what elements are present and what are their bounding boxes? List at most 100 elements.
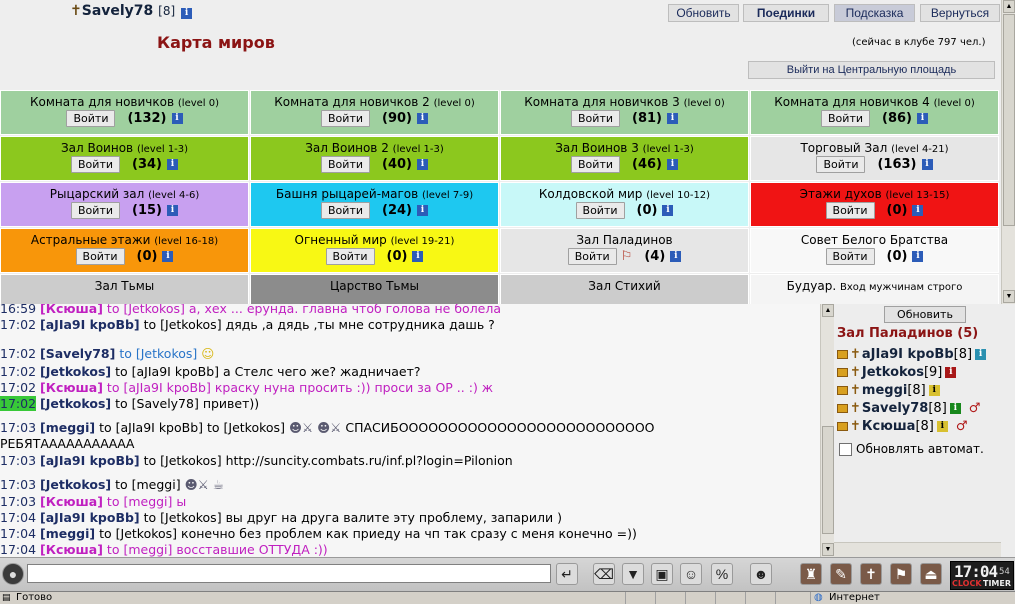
scroll-up-icon[interactable]: ▲ xyxy=(1003,0,1015,13)
message-author[interactable]: [Ксюша] xyxy=(40,304,103,316)
room-title[interactable]: Торговый Зал xyxy=(800,141,887,155)
message-author[interactable]: [Jetkokos] xyxy=(40,477,111,492)
online-user[interactable]: ✝ aJIa9I kpoBb [8] i xyxy=(837,345,987,363)
message-recipient[interactable]: to [Jetkokos] xyxy=(107,304,185,316)
private-message-icon[interactable] xyxy=(837,421,848,431)
cross-icon[interactable]: ✝ xyxy=(860,563,882,585)
message-recipient[interactable]: to [Jetkokos] xyxy=(144,317,222,332)
info-icon[interactable]: i xyxy=(166,205,178,216)
scroll-thumb[interactable] xyxy=(822,426,834,534)
enter-button[interactable]: Войти xyxy=(571,110,620,127)
room-title[interactable]: Зал Стихий xyxy=(588,279,660,293)
enter-button[interactable]: Войти xyxy=(321,110,370,127)
message-time[interactable]: 17:02 xyxy=(0,396,37,411)
info-icon[interactable]: i xyxy=(936,420,948,432)
enter-button[interactable]: Войти xyxy=(71,156,120,173)
back-button[interactable]: Вернуться xyxy=(920,4,1000,22)
filter-icon[interactable]: ▼ xyxy=(622,563,644,585)
info-icon[interactable]: i xyxy=(162,251,174,262)
message-time[interactable]: 17:02 xyxy=(0,364,36,379)
message-recipient[interactable]: to [meggi] xyxy=(107,542,173,557)
room-title[interactable]: Зал Воинов 2 xyxy=(305,141,389,155)
message-time[interactable]: 17:03 xyxy=(0,420,36,435)
enter-button[interactable]: Войти xyxy=(825,248,875,265)
message-author[interactable]: [Ксюша] xyxy=(40,494,103,509)
message-time[interactable]: 17:03 xyxy=(0,477,36,492)
info-icon[interactable]: i xyxy=(416,113,428,124)
room-title[interactable]: Зал Паладинов xyxy=(576,233,672,247)
message-author[interactable]: [meggi] xyxy=(40,420,95,435)
chat-input[interactable] xyxy=(27,564,551,583)
enter-button[interactable]: Войти xyxy=(575,202,625,219)
room-title[interactable]: Этажи духов xyxy=(800,187,882,201)
info-icon[interactable]: i xyxy=(928,384,940,396)
room-title[interactable]: Рыцарский зал xyxy=(50,187,145,201)
save-icon[interactable]: ▣ xyxy=(651,563,673,585)
message-author[interactable]: [Savely78] xyxy=(40,346,115,361)
room-title[interactable]: Комната для новичков xyxy=(30,95,174,109)
smiley-icon[interactable]: ☻ xyxy=(750,563,772,585)
menu-orb-icon[interactable]: ● xyxy=(2,563,24,585)
enter-button[interactable]: Войти xyxy=(821,110,870,127)
message-author[interactable]: [meggi] xyxy=(40,526,95,541)
info-icon[interactable]: i xyxy=(666,113,678,124)
info-icon[interactable]: i xyxy=(912,205,924,216)
translit-icon[interactable]: % xyxy=(711,563,733,585)
info-icon[interactable]: i xyxy=(171,113,183,124)
enter-button[interactable]: Войти xyxy=(567,248,617,265)
info-icon[interactable]: i xyxy=(416,205,428,216)
enter-button[interactable]: Войти xyxy=(66,110,116,127)
info-icon[interactable]: i xyxy=(166,159,178,170)
message-recipient[interactable]: to [meggi] xyxy=(115,477,181,492)
online-user[interactable]: ✝ Jetkokos [9] i xyxy=(837,363,957,381)
message-time[interactable]: 17:04 xyxy=(0,526,36,541)
info-icon[interactable]: i xyxy=(662,205,674,216)
message-recipient[interactable]: to [Jetkokos] xyxy=(144,510,222,525)
room-title[interactable]: Комната для новичков 3 xyxy=(524,95,680,109)
message-time[interactable]: 17:02 xyxy=(0,346,36,361)
message-time[interactable]: 17:03 xyxy=(0,453,36,468)
online-user[interactable]: ✝ meggi [8] i xyxy=(837,381,940,399)
room-title[interactable]: Царство Тьмы xyxy=(330,279,419,293)
room-title[interactable]: Зал Воинов xyxy=(61,141,133,155)
scroll-down-icon[interactable]: ▼ xyxy=(1003,290,1015,303)
message-author[interactable]: [Ксюша] xyxy=(40,380,103,395)
user-name[interactable]: Jetkokos xyxy=(862,365,924,380)
message-time[interactable]: 17:04 xyxy=(0,542,36,557)
message-recipient[interactable]: to [aJIa9I kpoBb] to [Jetkokos] xyxy=(99,420,285,435)
scroll-up-icon[interactable]: ▲ xyxy=(822,304,834,317)
message-recipient[interactable]: to [Jetkokos] xyxy=(119,346,197,361)
message-author[interactable]: [aJIa9I kpoBb] xyxy=(40,510,140,525)
private-message-icon[interactable] xyxy=(837,367,848,377)
message-recipient[interactable]: to [Savely78] xyxy=(115,396,199,411)
refresh-button[interactable]: Обновить xyxy=(668,4,739,22)
room-title[interactable]: Башня рыцарей-магов xyxy=(276,187,418,201)
auto-refresh[interactable]: Обновлять автомат. xyxy=(839,442,984,456)
online-user[interactable]: ✝ Ксюша [8] i ♂ xyxy=(837,417,968,435)
message-author[interactable]: [Jetkokos] xyxy=(40,396,111,411)
enter-button[interactable]: Войти xyxy=(571,156,620,173)
person-icon[interactable]: ☺ xyxy=(680,563,702,585)
room-title[interactable]: Колдовской мир xyxy=(539,187,643,201)
info-icon[interactable]: i xyxy=(416,159,428,170)
online-user[interactable]: ✝ Savely78 [8] i ♂ xyxy=(837,399,980,417)
info-icon[interactable]: i xyxy=(666,159,678,170)
exit-central-square-button[interactable]: Выйти на Центральную площадь xyxy=(748,61,995,79)
message-author[interactable]: [aJIa9I kpoBb] xyxy=(40,317,140,332)
enter-button[interactable]: Войти xyxy=(825,202,875,219)
enter-button[interactable]: Войти xyxy=(816,156,866,173)
message-recipient[interactable]: to [Jetkokos] xyxy=(99,526,177,541)
duels-button[interactable]: Поединки xyxy=(743,4,829,22)
info-icon[interactable]: i xyxy=(945,366,957,378)
private-message-icon[interactable] xyxy=(837,349,848,359)
message-author[interactable]: [aJIa9I kpoBb] xyxy=(40,453,140,468)
message-time[interactable]: 17:02 xyxy=(0,380,36,395)
private-message-icon[interactable] xyxy=(837,403,848,413)
message-time[interactable]: 17:03 xyxy=(0,494,36,509)
message-author[interactable]: [Jetkokos] xyxy=(40,364,111,379)
room-title[interactable]: Будуар. xyxy=(787,279,837,293)
username[interactable]: Savely78 xyxy=(82,3,154,19)
user-name[interactable]: Ксюша xyxy=(862,419,916,434)
info-icon[interactable]: i xyxy=(181,8,193,19)
chat-scrollbar[interactable]: ▲ ▼ xyxy=(820,304,834,557)
